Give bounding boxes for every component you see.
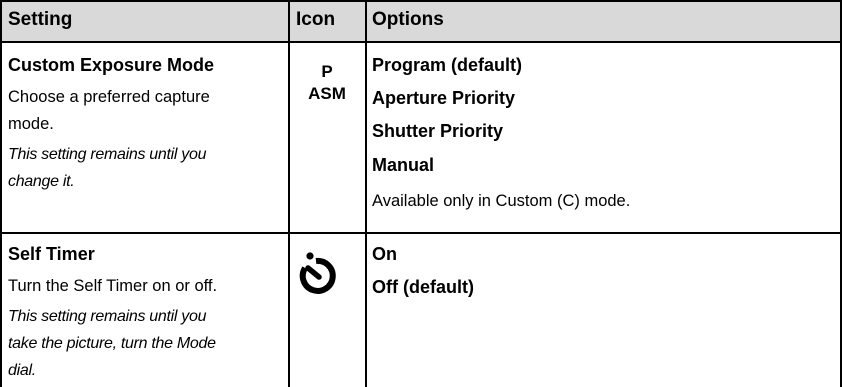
rule-left xyxy=(0,0,2,387)
settings-table: Setting Icon Options Custom Exposure Mod… xyxy=(0,0,842,387)
row-note: This setting remains until you xyxy=(8,308,207,325)
option-item: Manual xyxy=(372,155,435,175)
option-item: Program (default) xyxy=(372,55,523,75)
row-description: Turn the Self Timer on or off. xyxy=(8,277,218,295)
p-mode-icon: P xyxy=(321,62,333,81)
row-description: mode. xyxy=(8,115,54,133)
option-item: Shutter Priority xyxy=(372,121,504,141)
header-icon: Icon xyxy=(296,9,336,30)
option-note: Available only in Custom (C) mode. xyxy=(372,192,631,210)
rule-header-bottom xyxy=(0,41,842,43)
asm-mode-icon: ASM xyxy=(308,84,346,103)
option-item: Off (default) xyxy=(372,277,474,297)
row-note: This setting remains until you xyxy=(8,146,207,163)
row-note: change it. xyxy=(8,173,75,190)
header-setting: Setting xyxy=(8,9,73,30)
rule-col-2 xyxy=(365,0,367,387)
rule-row-divider xyxy=(0,232,842,234)
row-note: take the picture, turn the Mode xyxy=(8,335,216,352)
option-item: Aperture Priority xyxy=(372,88,516,108)
rule-top xyxy=(0,0,842,2)
option-item: On xyxy=(372,244,397,264)
row-note: dial. xyxy=(8,362,36,379)
row-title: Self Timer xyxy=(8,244,95,264)
row-title: Custom Exposure Mode xyxy=(8,55,215,75)
self-timer-icon xyxy=(299,252,336,294)
row-description: Choose a preferred capture xyxy=(8,88,210,106)
rule-col-1 xyxy=(288,0,290,387)
header-options: Options xyxy=(372,9,444,30)
rule-right xyxy=(840,0,842,387)
